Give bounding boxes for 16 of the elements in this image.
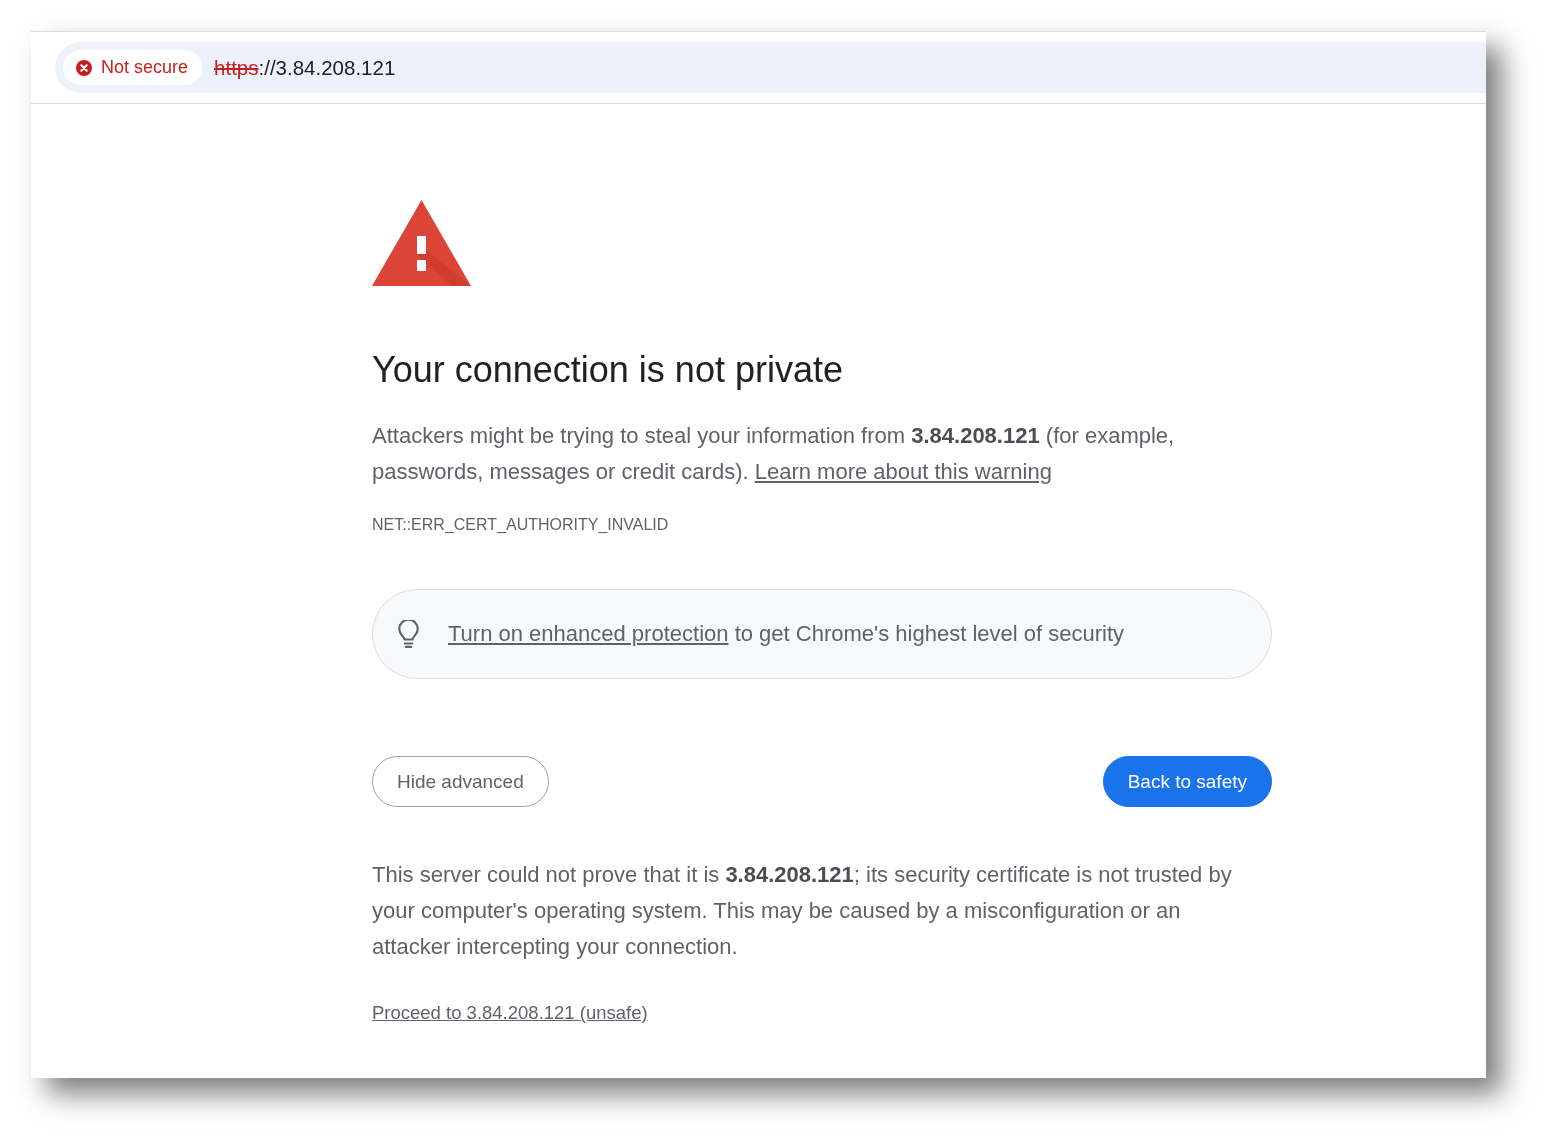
tip-text: Turn on enhanced protection to get Chrome's highest level of security <box>448 621 1124 647</box>
address-bar[interactable]: Not secure https://3.84.208.121 <box>55 42 1486 93</box>
page-heading: Your connection is not private <box>372 348 844 392</box>
primary-button[interactable]: Back to safety <box>1102 756 1272 807</box>
enhanced-protection-link[interactable]: Turn on enhanced protection <box>448 621 729 646</box>
learn-more-link[interactable]: Learn more about this warning <box>754 459 1052 484</box>
security-chip[interactable]: Not secure <box>63 50 203 85</box>
warning-icon <box>372 200 471 286</box>
details-text: This server could not prove that it is 3.84.208.121; its security certificate is not trusted by your computer's operating system. This may be caused by a misconfiguration or an attacker intercepting your connection. <box>372 861 1233 961</box>
warning-message: Attackers might be trying to steal your information from 3.84.208.121 (for example, passwords, messages or credit cards). Learn more about this warning <box>372 422 1176 486</box>
url-text[interactable]: https://3.84.208.121 <box>214 55 396 80</box>
proceed-link[interactable]: Proceed to 3.84.208.121 (unsafe) <box>372 1003 648 1023</box>
error-icon <box>76 59 92 76</box>
error-code: NET::ERR_CERT_AUTHORITY_INVALID <box>372 515 670 535</box>
lightbulb-icon <box>398 620 419 648</box>
secondary-button[interactable]: Hide advanced <box>372 756 549 807</box>
